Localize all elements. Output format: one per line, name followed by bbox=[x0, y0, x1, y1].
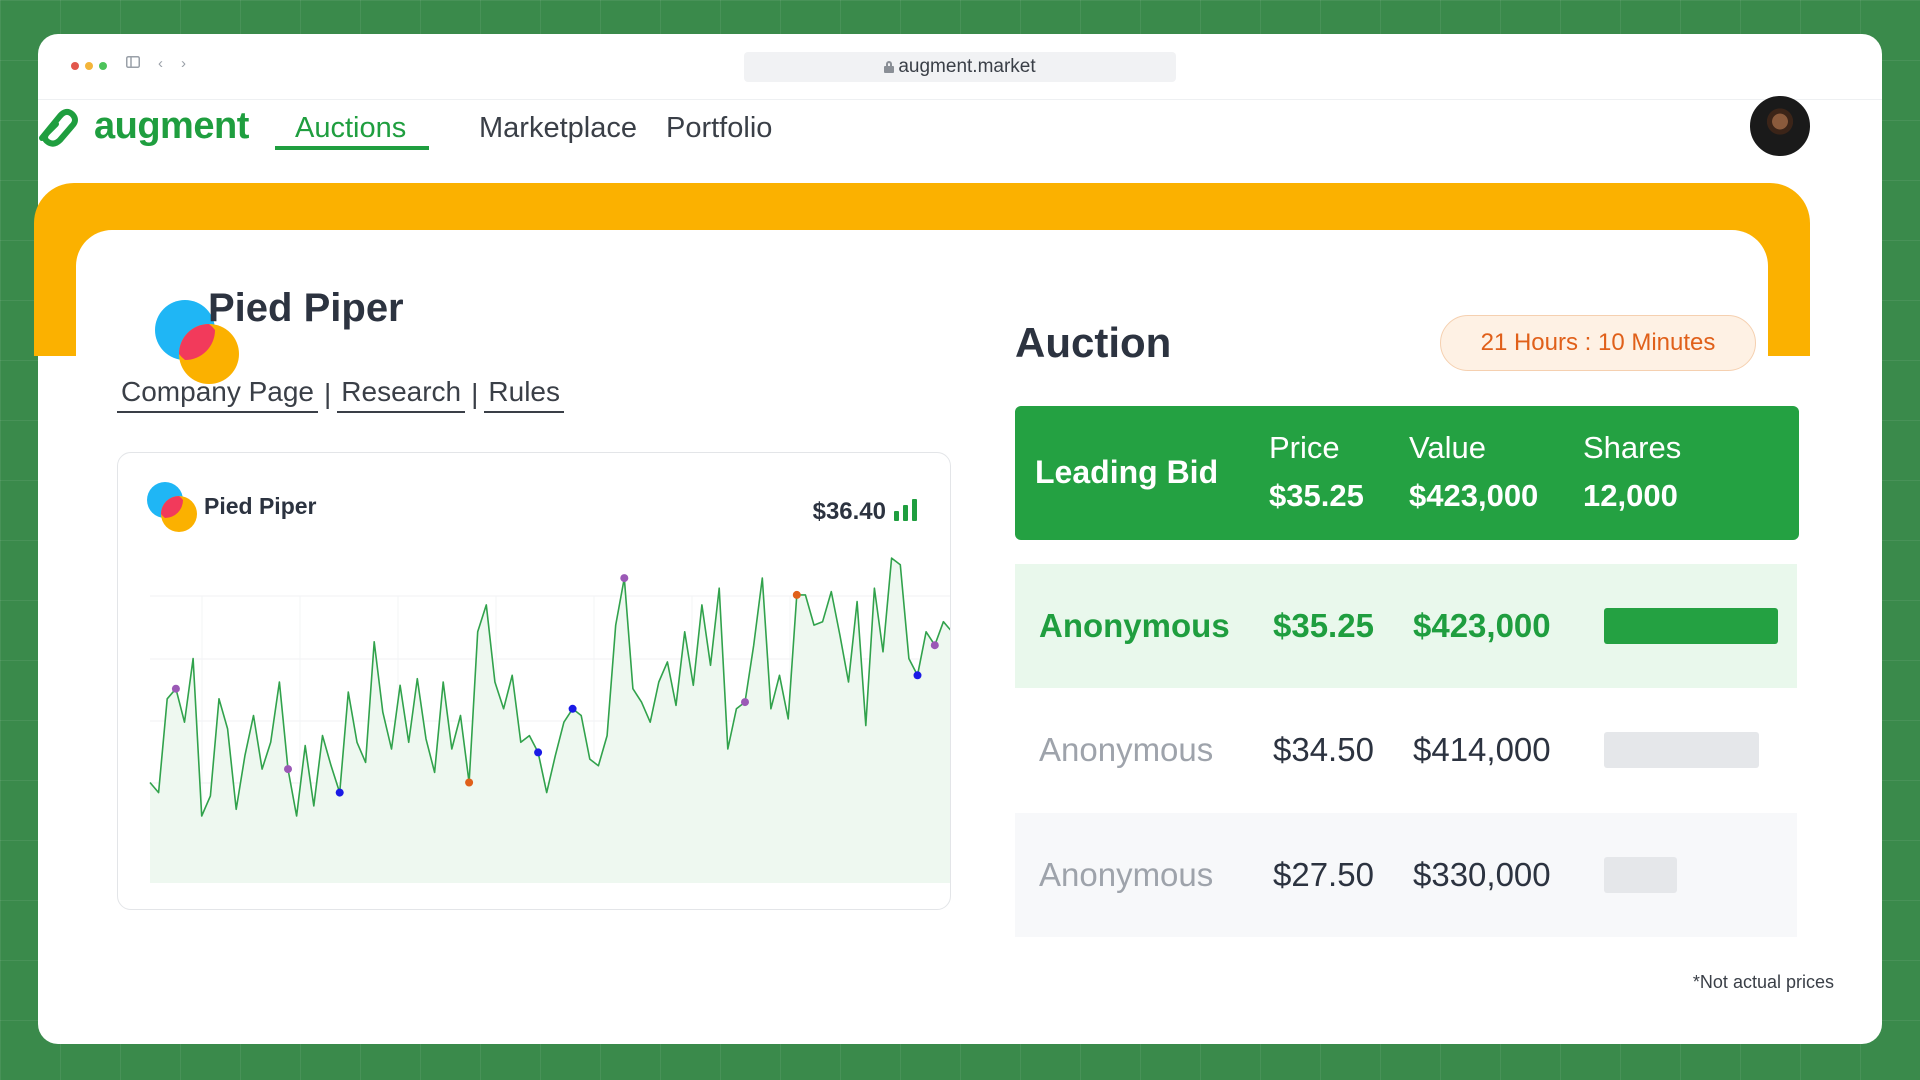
bid-share-bar bbox=[1604, 857, 1677, 893]
nav-marketplace[interactable]: Marketplace bbox=[479, 110, 637, 146]
bidder-name: Anonymous bbox=[1039, 731, 1214, 768]
trade-marker-point[interactable] bbox=[930, 641, 939, 650]
bid-value: $414,000 bbox=[1413, 731, 1551, 768]
trade-marker-point[interactable] bbox=[171, 684, 180, 693]
leading-shares: 12,000 bbox=[1583, 478, 1678, 513]
link-separator: | bbox=[471, 378, 479, 409]
url-text: augment.market bbox=[898, 56, 1036, 77]
logo-text: augment bbox=[94, 104, 249, 147]
company-links: Company Page | Research | Rules bbox=[117, 375, 565, 413]
lock-icon bbox=[884, 61, 895, 73]
sidebar-toggle-icon[interactable] bbox=[126, 54, 140, 74]
leading-price: $35.25 bbox=[1269, 478, 1364, 513]
trade-marker-point[interactable] bbox=[465, 778, 474, 787]
bid-row[interactable]: Anonymous $27.50 $330,000 bbox=[1015, 813, 1797, 937]
user-avatar[interactable] bbox=[1750, 96, 1810, 156]
bid-price: $34.50 bbox=[1273, 731, 1374, 768]
trade-marker-point[interactable] bbox=[534, 748, 543, 757]
nav-portfolio[interactable]: Portfolio bbox=[666, 110, 772, 146]
link-separator: | bbox=[324, 378, 332, 409]
bid-share-bar bbox=[1604, 732, 1759, 768]
window-controls bbox=[71, 62, 107, 70]
shares-header: Shares bbox=[1583, 430, 1682, 465]
forward-arrow-icon[interactable]: › bbox=[181, 54, 186, 74]
bid-row[interactable]: Anonymous $35.25 $423,000 bbox=[1015, 564, 1797, 688]
value-header: Value bbox=[1409, 430, 1486, 465]
auction-timer-text: 21 Hours : 10 Minutes bbox=[1480, 329, 1716, 356]
nav-auctions[interactable]: Auctions bbox=[295, 110, 406, 146]
leading-bid-panel: Leading Bid Price $35.25 Value $423,000 … bbox=[1015, 406, 1799, 540]
leading-bid-label: Leading Bid bbox=[1035, 454, 1219, 490]
maximize-window-icon[interactable] bbox=[99, 62, 107, 70]
browser-toolbar: ‹ › augment.market bbox=[38, 34, 1882, 100]
research-link[interactable]: Research bbox=[337, 375, 466, 413]
price-line-chart[interactable] bbox=[118, 453, 951, 910]
trade-marker-point[interactable] bbox=[568, 704, 577, 713]
minimize-window-icon[interactable] bbox=[85, 62, 93, 70]
bidder-name: Anonymous bbox=[1039, 607, 1230, 644]
trade-marker-point[interactable] bbox=[620, 574, 629, 583]
price-disclaimer: *Not actual prices bbox=[1692, 972, 1834, 992]
trade-marker-point[interactable] bbox=[792, 590, 801, 599]
bid-price: $35.25 bbox=[1273, 607, 1374, 644]
company-page-link[interactable]: Company Page bbox=[117, 375, 319, 413]
bid-row[interactable]: Anonymous $34.50 $414,000 bbox=[1015, 688, 1797, 812]
bid-share-bar bbox=[1604, 608, 1778, 644]
auction-title: Auction bbox=[1015, 319, 1172, 366]
bidder-name: Anonymous bbox=[1039, 856, 1214, 893]
trade-marker-point[interactable] bbox=[335, 788, 344, 797]
nav-active-indicator bbox=[275, 146, 429, 150]
augment-logo-icon bbox=[39, 108, 78, 147]
trade-marker-point[interactable] bbox=[741, 698, 749, 707]
price-header: Price bbox=[1269, 430, 1340, 465]
augment-logo[interactable]: augment bbox=[34, 104, 249, 148]
address-bar[interactable]: augment.market bbox=[744, 52, 1176, 82]
bid-value: $423,000 bbox=[1413, 607, 1551, 644]
close-window-icon[interactable] bbox=[71, 62, 79, 70]
trade-marker-point[interactable] bbox=[284, 765, 292, 774]
bid-value: $330,000 bbox=[1413, 856, 1551, 893]
leading-value: $423,000 bbox=[1409, 478, 1539, 513]
rules-link[interactable]: Rules bbox=[484, 375, 565, 413]
back-arrow-icon[interactable]: ‹ bbox=[158, 54, 163, 74]
trade-marker-point[interactable] bbox=[913, 671, 922, 680]
company-name: Pied Piper bbox=[208, 286, 404, 330]
bid-price: $27.50 bbox=[1273, 856, 1374, 893]
auction-timer-badge: 21 Hours : 10 Minutes bbox=[1440, 315, 1756, 371]
price-chart-card: Pied Piper $36.40 bbox=[117, 452, 951, 910]
